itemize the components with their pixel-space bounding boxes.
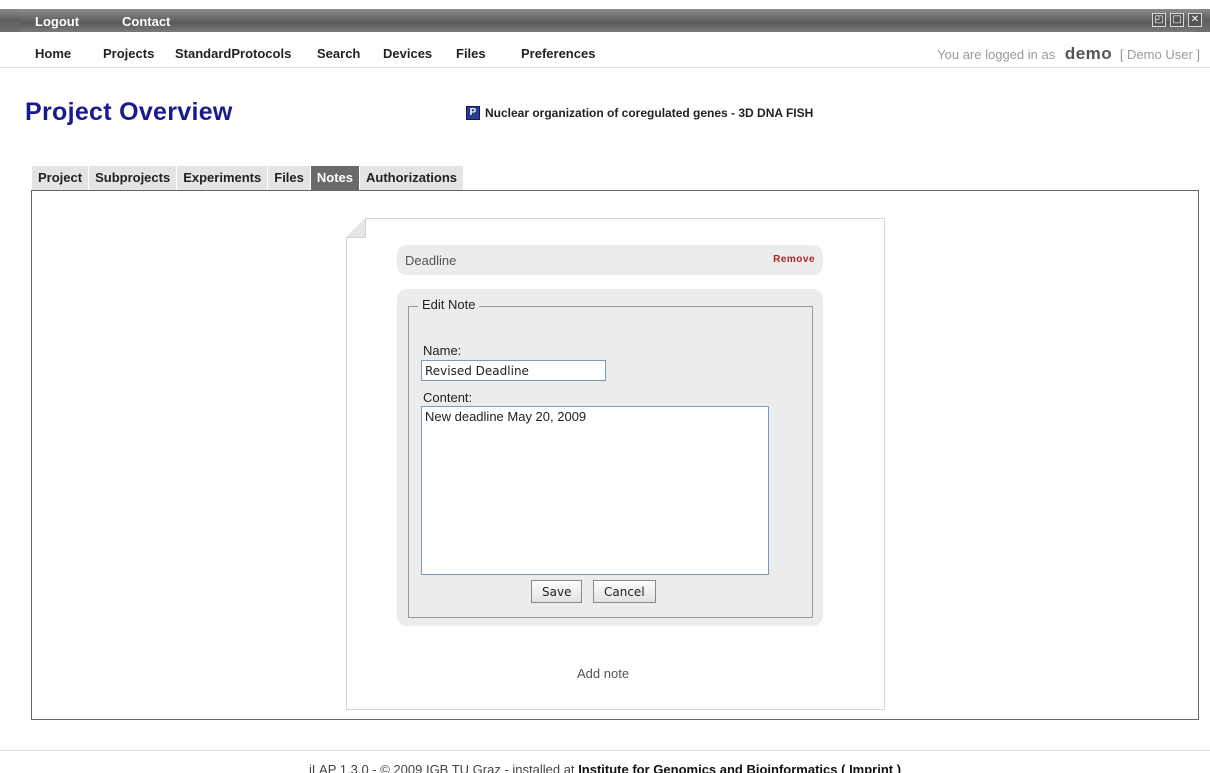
- footer: iLAP 1.3.0 - © 2009 IGB TU Graz - instal…: [0, 762, 1210, 773]
- save-button[interactable]: Save: [531, 580, 583, 603]
- project-icon: P: [466, 106, 480, 120]
- note-title: Deadline: [405, 253, 457, 268]
- main-nav: Home Projects StandardProtocols Search D…: [0, 44, 1210, 68]
- project-name: Nuclear organization of coregulated gene…: [485, 106, 814, 120]
- restore-icon[interactable]: ◰: [1152, 13, 1166, 27]
- logged-in-prefix: You are logged in as: [937, 47, 1056, 62]
- footer-imprint-link[interactable]: ( Imprint ): [841, 762, 901, 773]
- username: demo: [1064, 44, 1113, 63]
- tab-authorizations[interactable]: Authorizations: [360, 166, 464, 190]
- logout-link[interactable]: Logout: [35, 14, 79, 29]
- nav-devices[interactable]: Devices: [383, 46, 432, 61]
- nav-search[interactable]: Search: [317, 46, 360, 61]
- note-name-input[interactable]: [421, 360, 606, 381]
- nav-standard-protocols[interactable]: StandardProtocols: [175, 46, 291, 61]
- cancel-button[interactable]: Cancel: [593, 580, 656, 603]
- login-info: You are logged in as demo [ Demo User ]: [937, 44, 1200, 64]
- tab-bar: Project Subprojects Experiments Files No…: [32, 166, 464, 190]
- nav-files[interactable]: Files: [456, 46, 486, 61]
- page-fold-icon: [346, 218, 366, 238]
- content-label: Content:: [423, 390, 473, 405]
- project-reference: P Nuclear organization of coregulated ge…: [466, 106, 813, 120]
- page-title: Project Overview: [25, 98, 233, 126]
- top-bar: Logout Contact ◰ □ ✕: [0, 0, 1210, 32]
- tab-files[interactable]: Files: [268, 166, 311, 190]
- name-label: Name:: [423, 343, 462, 358]
- window-controls: ◰ □ ✕: [1152, 13, 1202, 27]
- nav-home[interactable]: Home: [35, 46, 71, 61]
- note-header: Deadline Remove: [397, 245, 823, 275]
- tab-project[interactable]: Project: [32, 166, 90, 190]
- tab-experiments[interactable]: Experiments: [177, 166, 269, 190]
- nav-projects[interactable]: Projects: [103, 46, 154, 61]
- top-bar-strip: [20, 9, 1196, 32]
- edit-note-legend: Edit Note: [418, 297, 480, 312]
- tab-subprojects[interactable]: Subprojects: [89, 166, 178, 190]
- add-note-link[interactable]: Add note: [577, 666, 629, 681]
- user-fullname: [ Demo User ]: [1119, 47, 1200, 62]
- footer-divider: [0, 750, 1210, 751]
- close-icon[interactable]: ✕: [1188, 13, 1202, 27]
- footer-copyright: iLAP 1.3.0 - © 2009 IGB TU Graz - instal…: [308, 762, 575, 773]
- nav-preferences[interactable]: Preferences: [521, 46, 595, 61]
- maximize-icon[interactable]: □: [1170, 13, 1184, 27]
- note-content-textarea[interactable]: New deadline May 20, 2009: [421, 406, 769, 575]
- remove-note-link[interactable]: Remove: [773, 254, 815, 265]
- contact-link[interactable]: Contact: [122, 14, 170, 29]
- tab-notes[interactable]: Notes: [310, 166, 360, 190]
- footer-institute-link[interactable]: Institute for Genomics and Bioinformatic…: [578, 762, 837, 773]
